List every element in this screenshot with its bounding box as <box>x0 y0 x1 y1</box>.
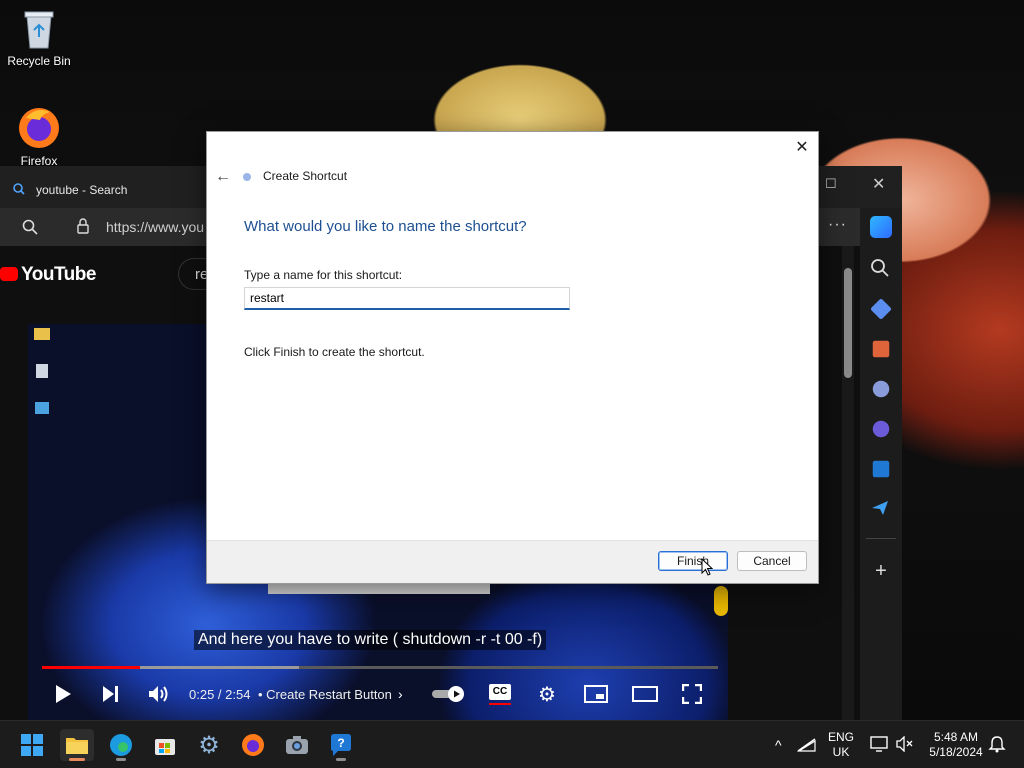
language-code: ENG <box>827 730 854 744</box>
fullscreen-icon[interactable] <box>682 680 702 708</box>
create-shortcut-dialog: ✕ ← Create Shortcut What would you like … <box>206 131 819 584</box>
keyboard-layout: UK <box>832 745 850 759</box>
shopping-tag-icon[interactable] <box>870 298 892 320</box>
shortcut-name-input[interactable] <box>244 287 570 310</box>
page-scrollbar[interactable] <box>842 246 854 720</box>
scrollbar-thumb[interactable] <box>844 268 852 378</box>
monitor-icon <box>35 402 49 414</box>
microsoft365-icon[interactable] <box>872 420 890 438</box>
video-controls: 0:25 / 2:54 • Create Restart Button › CC… <box>0 680 740 708</box>
clock-date: 5/18/2024 <box>929 745 983 759</box>
miniplayer-icon[interactable] <box>584 680 608 708</box>
settings-gear-icon: ⚙ <box>198 731 220 759</box>
theater-mode-icon[interactable] <box>632 680 658 708</box>
close-icon[interactable]: ✕ <box>792 138 812 158</box>
windows-logo-icon <box>21 734 43 756</box>
cc-icon[interactable]: CC <box>489 680 511 708</box>
search-icon <box>13 183 25 198</box>
camera-icon <box>286 736 308 754</box>
video-time: 0:25 / 2:54 <box>189 686 251 702</box>
taskbar: ⚙ ? ^ ENG UK 5:48 AM 5/18/2024 <box>0 720 1024 768</box>
recycle-bin-icon <box>21 8 57 50</box>
finish-button[interactable]: Finish <box>658 551 728 571</box>
folder-icon <box>34 328 50 340</box>
tools-icon[interactable] <box>872 340 890 358</box>
desktop-icon-recycle-bin[interactable]: Recycle Bin <box>3 8 75 68</box>
shortcut-name-label: Type a name for this shortcut: <box>244 268 403 282</box>
network-disconnected-icon[interactable] <box>796 737 817 756</box>
volume-muted-icon[interactable] <box>896 735 914 755</box>
store-icon <box>155 739 175 755</box>
language-indicator[interactable]: ENG UK <box>826 730 856 760</box>
more-options-icon[interactable]: ··· <box>828 216 847 234</box>
back-arrow-icon[interactable]: ← <box>215 168 235 186</box>
taskbar-file-explorer[interactable] <box>60 729 94 761</box>
finish-instruction: Click Finish to create the shortcut. <box>244 345 425 359</box>
video-played-bar <box>42 666 140 669</box>
youtube-logo-text: YouTube <box>21 264 96 285</box>
taskbar-camera[interactable] <box>280 729 314 761</box>
settings-gear-icon[interactable]: ⚙ <box>538 680 556 708</box>
send-icon[interactable] <box>870 498 892 520</box>
desktop-icon-firefox[interactable]: Firefox <box>3 104 75 168</box>
video-caption: And here you have to write ( shutdown -r… <box>194 630 547 650</box>
taskbar-microsoft-store[interactable] <box>148 729 182 761</box>
video-progress-bar[interactable] <box>42 666 718 669</box>
recycle-bin-icon <box>36 364 48 378</box>
rail-divider <box>866 538 896 539</box>
desktop-icon-label: Recycle Bin <box>7 54 71 68</box>
start-button[interactable] <box>15 729 49 761</box>
chevron-right-icon[interactable]: › <box>398 680 403 708</box>
clock-time: 5:48 AM <box>933 730 979 744</box>
video-object <box>714 586 728 616</box>
games-icon[interactable] <box>872 380 890 398</box>
search-icon[interactable] <box>870 258 892 280</box>
shortcut-wizard-icon <box>243 173 251 181</box>
browser-tab-title[interactable]: youtube - Search <box>36 183 127 197</box>
play-icon[interactable] <box>54 680 72 708</box>
lock-icon <box>76 218 90 237</box>
clock[interactable]: 5:48 AM 5/18/2024 <box>924 730 988 760</box>
svg-text:?: ? <box>337 736 344 750</box>
sidebar-rail: + <box>860 208 902 720</box>
search-icon <box>22 219 38 238</box>
add-icon[interactable]: + <box>870 560 892 582</box>
help-icon: ? <box>331 734 351 756</box>
taskbar-edge[interactable] <box>104 729 138 761</box>
firefox-icon <box>242 734 264 756</box>
taskbar-firefox[interactable] <box>236 729 270 761</box>
edge-icon <box>110 734 132 756</box>
autoplay-toggle[interactable] <box>432 680 468 708</box>
volume-icon[interactable] <box>148 680 170 708</box>
folder-icon <box>66 738 88 754</box>
copilot-icon[interactable] <box>870 216 892 238</box>
maximize-icon[interactable]: ☐ <box>825 176 837 192</box>
youtube-logo[interactable]: YouTube <box>0 264 96 286</box>
show-hidden-icons-chevron-icon[interactable]: ^ <box>775 737 782 753</box>
youtube-play-logo-icon <box>0 267 18 281</box>
dialog-footer: Finish Cancel <box>207 540 818 583</box>
taskbar-get-help[interactable]: ? <box>324 729 358 761</box>
taskbar-settings[interactable]: ⚙ <box>192 729 226 761</box>
cancel-button[interactable]: Cancel <box>737 551 807 571</box>
video-chapter[interactable]: • Create Restart Button <box>258 680 392 708</box>
close-icon[interactable]: ✕ <box>872 174 885 194</box>
url-text[interactable]: https://www.you <box>106 219 204 235</box>
notification-bell-icon[interactable] <box>988 735 1006 756</box>
dialog-heading: What would you like to name the shortcut… <box>244 218 527 235</box>
firefox-icon <box>16 104 62 150</box>
outlook-icon[interactable] <box>872 460 890 478</box>
display-icon[interactable] <box>870 736 888 755</box>
next-icon[interactable] <box>102 680 120 708</box>
dialog-title: Create Shortcut <box>263 169 348 183</box>
